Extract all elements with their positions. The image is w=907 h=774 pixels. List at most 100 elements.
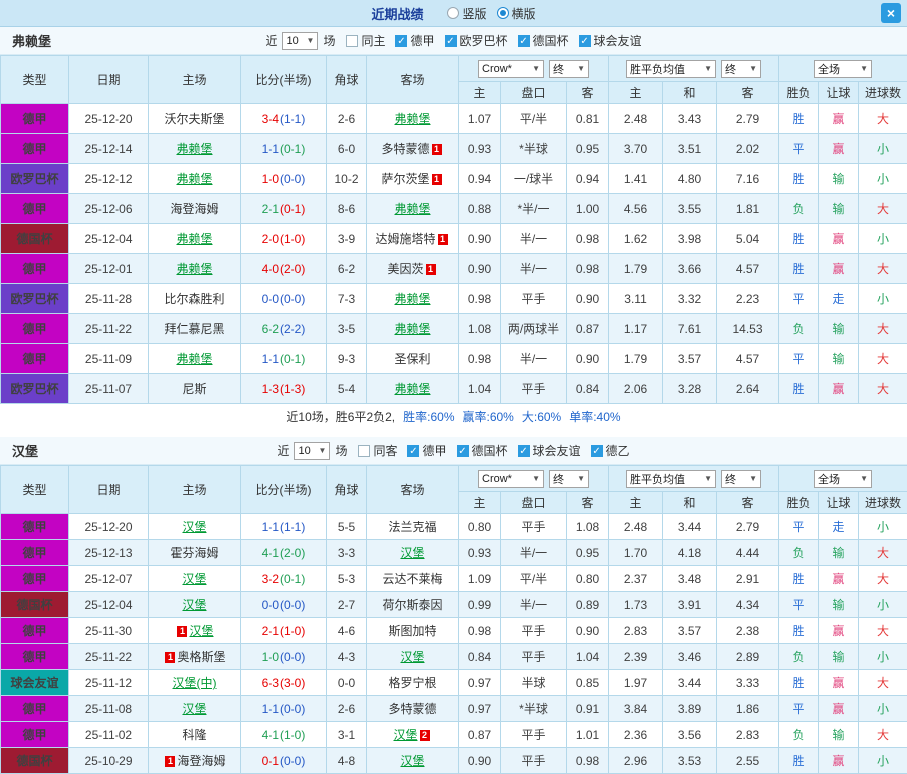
- match-row: 德甲25-11-08汉堡1-1(0-0)2-6多特蒙德0.97*半球0.913.…: [1, 696, 907, 722]
- score-cell: 0-1(0-0): [241, 748, 327, 774]
- filter-checkbox[interactable]: 德国杯: [457, 442, 508, 459]
- close-button[interactable]: ×: [881, 3, 901, 23]
- filter-checkbox[interactable]: 德乙: [591, 442, 630, 459]
- team-link[interactable]: 弗赖堡: [176, 262, 212, 276]
- filter-checkbox[interactable]: 德甲: [407, 442, 446, 459]
- filter-checkbox[interactable]: 球会友谊: [518, 442, 581, 459]
- col-type: 类型: [1, 466, 69, 514]
- team-link[interactable]: 尼斯: [182, 382, 206, 396]
- date-cell: 25-11-30: [69, 618, 149, 644]
- date-cell: 25-12-07: [69, 566, 149, 592]
- checkbox-checked-icon: [518, 445, 530, 457]
- team-link[interactable]: 多特蒙德: [388, 702, 436, 716]
- team-link[interactable]: 汉堡: [400, 546, 424, 560]
- team-link[interactable]: 汉堡: [182, 520, 206, 534]
- team-link[interactable]: 萨尔茨堡: [381, 172, 429, 186]
- team-link[interactable]: 海登海姆: [170, 202, 218, 216]
- result-cell: 胜: [779, 618, 819, 644]
- recent-count-select[interactable]: 10 ▼: [282, 32, 318, 50]
- bookmaker-select[interactable]: Crow* ▼: [478, 470, 544, 488]
- team-link[interactable]: 汉堡: [400, 650, 424, 664]
- chevron-down-icon: ▼: [532, 474, 540, 483]
- corner-cell: 5-5: [327, 514, 367, 540]
- asia-final-select[interactable]: 终 ▼: [549, 470, 589, 488]
- summary-segment: 单率:40%: [569, 408, 620, 425]
- team-link[interactable]: 科隆: [182, 728, 206, 742]
- team-link[interactable]: 弗赖堡: [176, 232, 212, 246]
- col-home: 主场: [149, 56, 241, 104]
- team-link[interactable]: 弗赖堡: [394, 322, 430, 336]
- team-link[interactable]: 弗赖堡: [394, 112, 430, 126]
- team-link[interactable]: 弗赖堡: [176, 352, 212, 366]
- asia-away-odds: 1.00: [567, 194, 609, 224]
- radio-checked-icon: [497, 7, 509, 19]
- handicap-cell: 平手: [501, 748, 567, 774]
- layout-vertical-option[interactable]: 竖版: [447, 5, 486, 22]
- team-link[interactable]: 弗赖堡: [176, 172, 212, 186]
- team-link[interactable]: 多特蒙德: [381, 142, 429, 156]
- team-link[interactable]: 云达不莱梅: [382, 572, 442, 586]
- matches-body: 德甲25-12-20沃尔夫斯堡3-4(1-1)2-6弗赖堡1.07平/半0.81…: [1, 104, 907, 404]
- asia-away-odds: 0.95: [567, 134, 609, 164]
- scope-select[interactable]: 全场 ▼: [814, 470, 872, 488]
- team-link[interactable]: 格罗宁根: [388, 676, 436, 690]
- team-link[interactable]: 汉堡: [182, 572, 206, 586]
- team-link[interactable]: 汉堡(中): [173, 676, 217, 690]
- goals-cell: 小: [859, 224, 907, 254]
- result-header: 全场 ▼: [779, 56, 907, 82]
- handicap-cell: 平/半: [501, 566, 567, 592]
- away-team-cell: 弗赖堡: [367, 284, 459, 314]
- team-link[interactable]: 荷尔斯泰因: [382, 598, 442, 612]
- eu-final-select[interactable]: 终 ▼: [721, 60, 761, 78]
- eu-final-select[interactable]: 终 ▼: [721, 470, 761, 488]
- score-cell: 0-0(0-0): [241, 284, 327, 314]
- team-link[interactable]: 比尔森胜利: [164, 292, 224, 306]
- odds-average-select[interactable]: 胜平负均值 ▼: [626, 60, 716, 78]
- asia-odds-header: Crow* ▼ 终 ▼: [459, 466, 609, 492]
- team-link[interactable]: 汉堡: [182, 702, 206, 716]
- team-link[interactable]: 法兰克福: [388, 520, 436, 534]
- filter-checkbox[interactable]: 同主: [346, 32, 385, 49]
- team-link[interactable]: 弗赖堡: [394, 202, 430, 216]
- halftime-score: (0-1): [280, 572, 305, 586]
- home-team-cell: 尼斯: [149, 374, 241, 404]
- team-link[interactable]: 斯图加特: [388, 624, 436, 638]
- eu-away-odds: 5.04: [717, 224, 779, 254]
- team-link[interactable]: 圣保利: [394, 352, 430, 366]
- asia-away-odds: 0.85: [567, 670, 609, 696]
- team-link[interactable]: 汉堡: [393, 728, 417, 742]
- score-cell: 0-0(0-0): [241, 592, 327, 618]
- team-link[interactable]: 美因茨: [387, 262, 423, 276]
- bookmaker-select[interactable]: Crow* ▼: [478, 60, 544, 78]
- eu-away-odds: 4.34: [717, 592, 779, 618]
- layout-horizontal-option[interactable]: 横版: [497, 5, 536, 22]
- team-link[interactable]: 弗赖堡: [394, 292, 430, 306]
- team-link[interactable]: 汉堡: [189, 624, 213, 638]
- team-link[interactable]: 拜仁慕尼黑: [164, 322, 224, 336]
- team-link[interactable]: 海登海姆: [177, 754, 225, 768]
- team-link[interactable]: 弗赖堡: [394, 382, 430, 396]
- team-link[interactable]: 沃尔夫斯堡: [164, 112, 224, 126]
- team-link[interactable]: 奥格斯堡: [177, 650, 225, 664]
- chevron-down-icon: ▼: [319, 446, 327, 455]
- team-link[interactable]: 汉堡: [400, 754, 424, 768]
- team-link[interactable]: 汉堡: [182, 598, 206, 612]
- fulltime-score: 4-1: [262, 728, 279, 742]
- filter-checkbox[interactable]: 德国杯: [518, 32, 569, 49]
- team-link[interactable]: 达姆施塔特: [375, 232, 435, 246]
- odds-average-select[interactable]: 胜平负均值 ▼: [626, 470, 716, 488]
- recent-count-select[interactable]: 10 ▼: [294, 442, 330, 460]
- team-link[interactable]: 霍芬海姆: [170, 546, 218, 560]
- fulltime-score: 0-0: [262, 292, 279, 306]
- asia-final-select[interactable]: 终 ▼: [549, 60, 589, 78]
- eu-home-odds: 3.84: [609, 696, 663, 722]
- asia-home-odds: 0.98: [459, 618, 501, 644]
- filter-checkbox[interactable]: 同客: [358, 442, 397, 459]
- filter-checkbox[interactable]: 德甲: [395, 32, 434, 49]
- team-link[interactable]: 弗赖堡: [176, 142, 212, 156]
- handicap-cell: 两/两球半: [501, 314, 567, 344]
- col-asia-away: 客: [567, 492, 609, 514]
- filter-checkbox[interactable]: 欧罗巴杯: [445, 32, 508, 49]
- filter-checkbox[interactable]: 球会友谊: [579, 32, 642, 49]
- scope-select[interactable]: 全场 ▼: [814, 60, 872, 78]
